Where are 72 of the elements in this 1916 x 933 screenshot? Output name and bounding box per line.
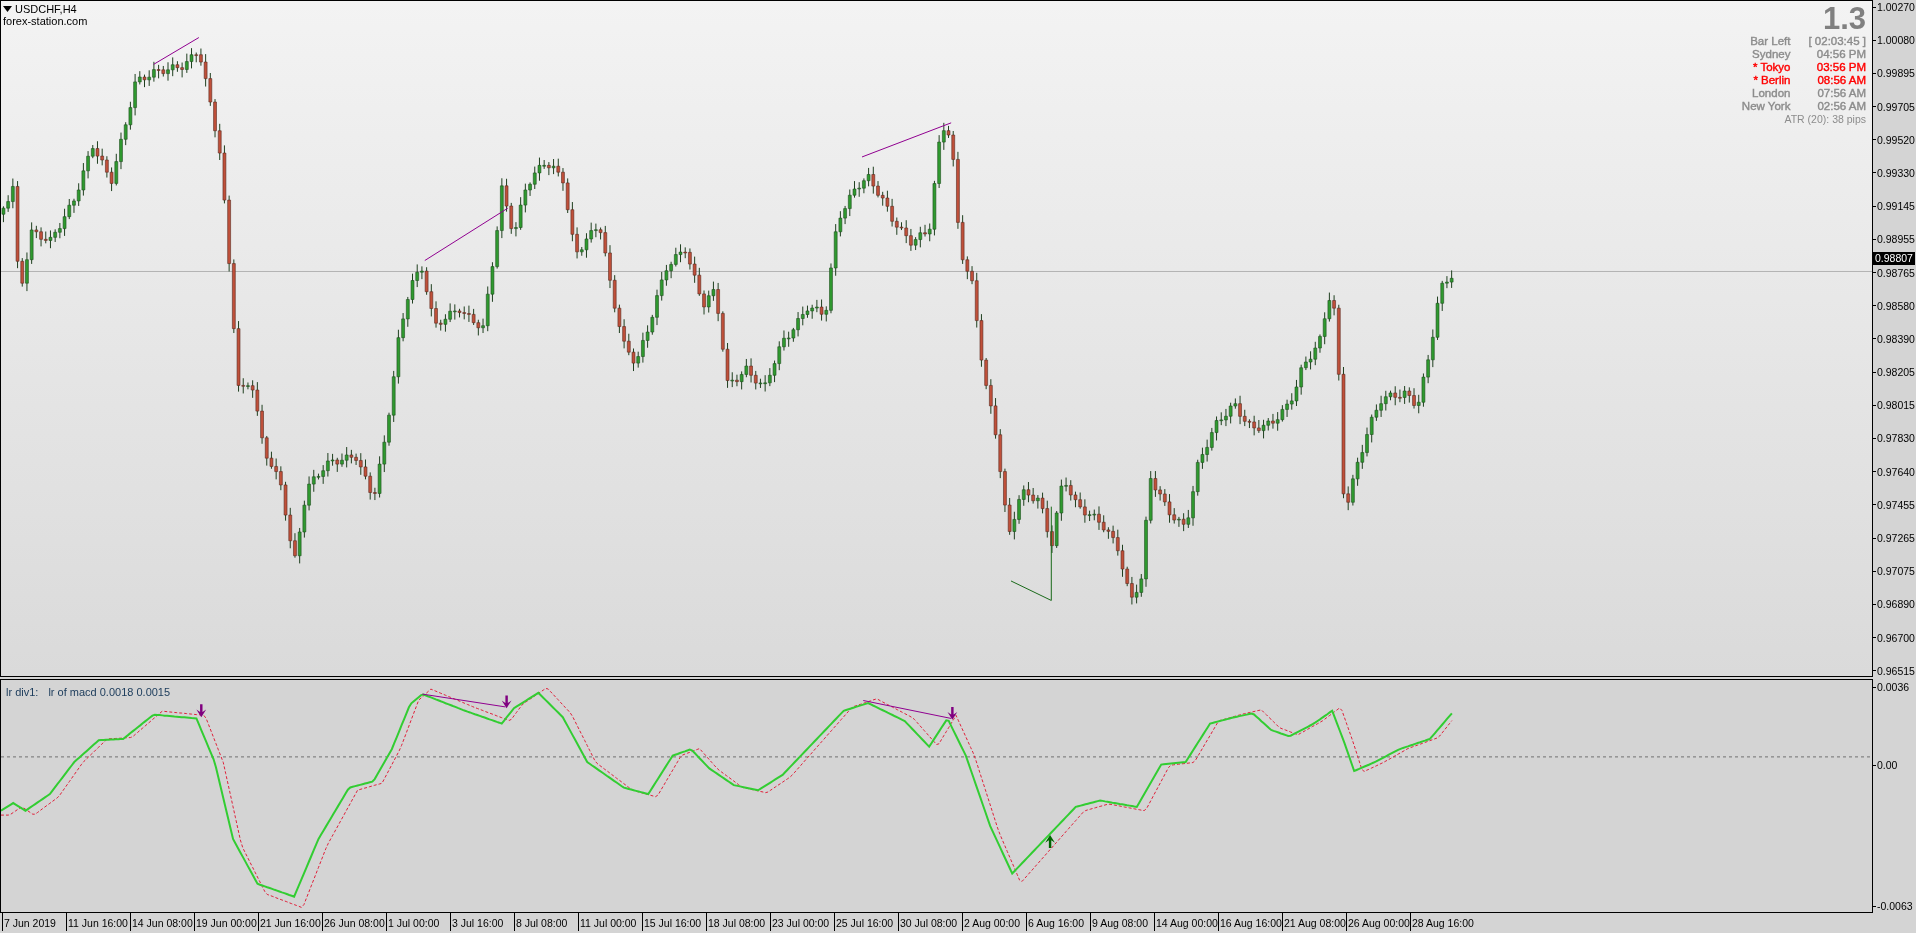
time-label: 26 Jun 08:00 — [322, 913, 386, 931]
session-time: 04:56 PM — [1815, 48, 1866, 61]
price-tick: 0.99895 — [1877, 67, 1915, 80]
session-label: * Berlin — [1752, 74, 1791, 87]
time-label: 16 Aug 16:00 — [1218, 913, 1282, 931]
time-label: 15 Jul 16:00 — [642, 913, 706, 931]
time-label: 21 Jun 16:00 — [258, 913, 322, 931]
site-label: forex-station.com — [3, 15, 88, 27]
price-tick: 0.98015 — [1877, 399, 1915, 412]
time-label: 18 Jul 08:00 — [706, 913, 770, 931]
price-tick: 0.96515 — [1877, 664, 1915, 677]
session-label: Bar Left — [1749, 35, 1791, 48]
dropdown-icon[interactable] — [3, 6, 12, 12]
price-tick: 0.97830 — [1877, 432, 1915, 445]
price-tick: 0.98390 — [1877, 332, 1915, 345]
price-tick: 0.99145 — [1877, 200, 1915, 213]
time-label: 14 Jun 08:00 — [130, 913, 194, 931]
price-tick: 0.98955 — [1877, 233, 1915, 246]
price-tick: 0.96700 — [1877, 631, 1915, 644]
price-tick: 0.98765 — [1877, 266, 1915, 279]
price-tick: 0.97075 — [1877, 565, 1915, 578]
down-arrow-icon — [501, 695, 512, 709]
time-label: 30 Jul 08:00 — [898, 913, 962, 931]
price-tick: 0.97455 — [1877, 498, 1915, 511]
indicator-values: lr of macd 0.0018 0.0015 — [48, 686, 171, 698]
session-label: London — [1751, 87, 1791, 100]
indicator-name: lr div1: — [6, 686, 39, 698]
down-arrow-icon — [196, 704, 207, 718]
session-time: [ 02:03:45 ] — [1808, 35, 1866, 48]
price-tick: 0.97640 — [1877, 465, 1915, 478]
price-tick: 1.00080 — [1877, 34, 1915, 47]
price-tick: 0.99330 — [1877, 166, 1915, 179]
down-arrow-icon — [947, 706, 958, 720]
price-tick: 0.99520 — [1877, 133, 1915, 146]
current-price: 0.98807 — [1873, 252, 1915, 265]
session-label: Sydney — [1751, 48, 1791, 61]
time-label: 19 Jun 00:00 — [194, 913, 258, 931]
time-label: 21 Aug 08:00 — [1282, 913, 1346, 931]
session-time: 08:56 AM — [1816, 74, 1866, 87]
time-label: 23 Jul 00:00 — [770, 913, 834, 931]
time-label: 6 Aug 16:00 — [1026, 913, 1090, 931]
time-label: 28 Aug 16:00 — [1410, 913, 1474, 931]
time-label: 25 Jul 16:00 — [834, 913, 898, 931]
price-tick: 0.98580 — [1877, 299, 1915, 312]
indicator-tick: 0.0036 — [1877, 681, 1910, 693]
price-tick: 1.00270 — [1877, 1, 1915, 13]
session-label: * Tokyo — [1751, 61, 1791, 74]
time-label: 9 Aug 08:00 — [1090, 913, 1154, 931]
price-tick: 0.96890 — [1877, 598, 1915, 611]
time-label: 7 Jun 2019 — [2, 913, 66, 931]
divergence-line — [153, 37, 200, 65]
atr-value: ATR (20): 38 pips — [1784, 113, 1866, 126]
time-label: 8 Jul 08:00 — [514, 913, 578, 931]
spread-value: 1.3 — [1822, 5, 1866, 33]
price-tick: 0.99705 — [1877, 100, 1915, 113]
price-tick: 0.97265 — [1877, 532, 1915, 544]
price-tick: 0.98205 — [1877, 366, 1915, 379]
session-time: 03:56 PM — [1815, 61, 1866, 74]
time-label: 11 Jul 00:00 — [578, 913, 642, 931]
session-time: 07:56 AM — [1816, 87, 1866, 100]
session-time: 02:56 AM — [1816, 100, 1866, 113]
time-label: 2 Aug 00:00 — [962, 913, 1026, 931]
indicator-tick: -0.0063 — [1877, 900, 1913, 912]
time-label: 14 Aug 00:00 — [1154, 913, 1218, 931]
time-label: 3 Jul 16:00 — [450, 913, 514, 931]
time-label: 11 Jun 16:00 — [66, 913, 130, 931]
symbol-title: USDCHF,H4 — [15, 3, 77, 15]
time-label: 26 Aug 00:00 — [1346, 913, 1410, 931]
indicator-tick: 0.00 — [1877, 759, 1898, 771]
time-label: 1 Jul 00:00 — [386, 913, 450, 931]
up-arrow-icon — [1045, 835, 1055, 848]
session-label: New York — [1741, 100, 1791, 113]
